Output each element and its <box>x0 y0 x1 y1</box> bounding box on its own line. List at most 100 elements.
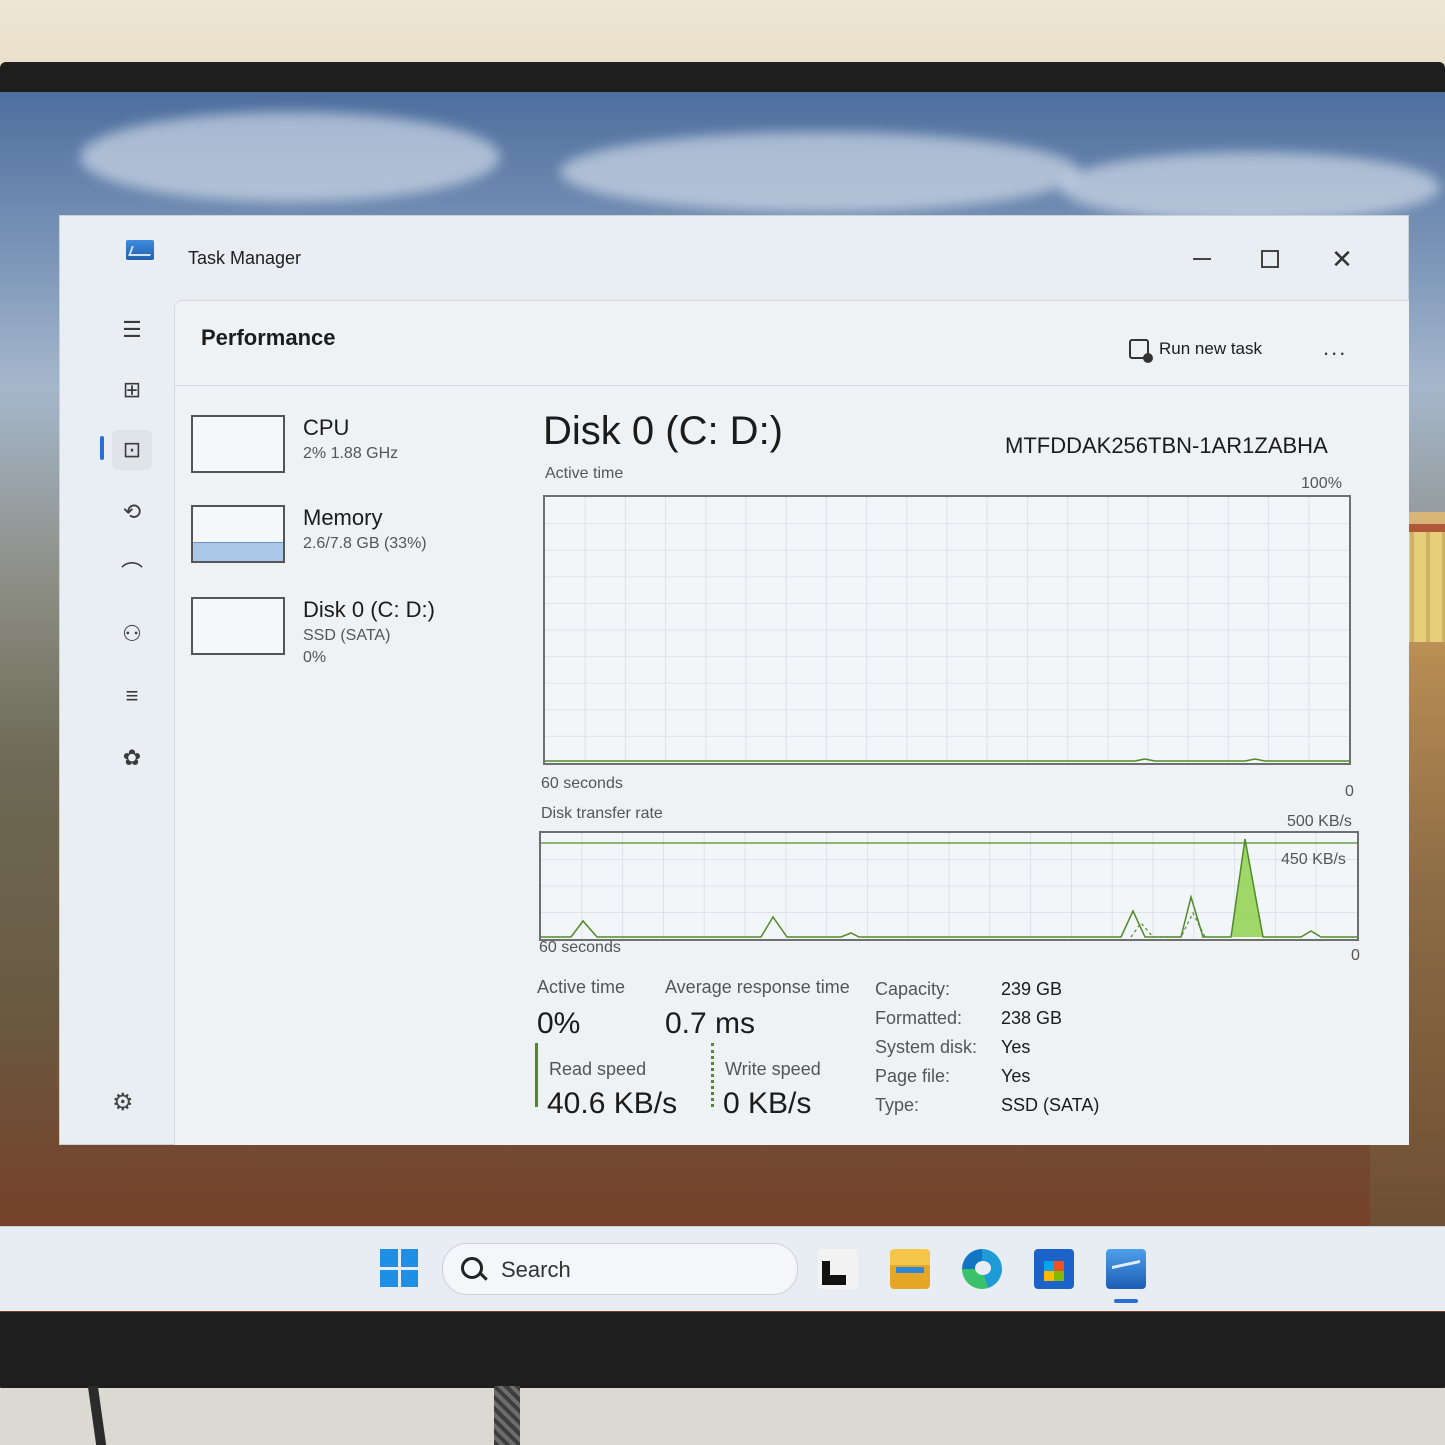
nav-startup-apps[interactable]: ⌒ <box>112 552 152 592</box>
run-task-icon <box>1129 339 1153 363</box>
settings-button[interactable]: ⚙ <box>112 1088 134 1117</box>
read-speed-value: 40.6 KB/s <box>547 1087 678 1120</box>
device-disk0[interactable]: Disk 0 (C: D:) SSD (SATA) 0% <box>191 597 511 667</box>
close-icon: ✕ <box>1331 244 1353 274</box>
desk-surface <box>0 1388 1445 1445</box>
active-time-graph-label: Active time <box>545 465 624 482</box>
windows-logo-tile <box>380 1269 398 1287</box>
cloud <box>560 132 1080 212</box>
type-label: Type: <box>875 1095 920 1115</box>
active-time-max-label: 100% <box>1301 475 1342 492</box>
transfer-mid-label: 450 KB/s <box>1281 851 1346 868</box>
active-time-stat-label: Active time <box>537 977 626 997</box>
divider <box>175 385 1409 386</box>
disk-thumbnail <box>191 597 285 655</box>
cpu-thumbnail <box>191 415 285 473</box>
minimize-icon <box>1193 258 1211 260</box>
read-speed-label: Read speed <box>549 1059 647 1079</box>
search-placeholder: Search <box>501 1257 571 1282</box>
nav-details[interactable]: ≡ <box>112 676 152 716</box>
transfer-graph-label: Disk transfer rate <box>541 805 663 822</box>
performance-icon: ⊡ <box>122 437 142 462</box>
windows-logo-tile <box>380 1249 398 1267</box>
page-file-label: Page file: <box>875 1066 951 1086</box>
formatted-value: 238 GB <box>1001 1008 1063 1028</box>
device-memory[interactable]: Memory 2.6/7.8 GB (33%) <box>191 505 511 575</box>
system-disk-value: Yes <box>1001 1037 1031 1057</box>
device-usage: 0% <box>303 649 327 666</box>
cloud <box>80 112 500 202</box>
active-time-duration: 60 seconds <box>541 775 623 792</box>
running-indicator <box>1114 1299 1138 1303</box>
cloud <box>1060 152 1440 222</box>
monitor-cable <box>494 1386 520 1445</box>
capacity-value: 239 GB <box>1001 979 1063 999</box>
active-time-min-label: 0 <box>1345 783 1354 800</box>
more-options-button[interactable]: ... <box>1323 335 1347 361</box>
memory-thumbnail <box>191 505 285 563</box>
formatted-label: Formatted: <box>875 1008 963 1028</box>
users-icon: ⚇ <box>122 621 142 646</box>
search-icon <box>461 1257 483 1279</box>
run-new-task-button[interactable]: Run new task <box>1129 339 1262 363</box>
taskbar: Search <box>0 1226 1445 1311</box>
startup-apps-icon: ⌒ <box>120 561 143 586</box>
device-usage: 2% 1.88 GHz <box>303 445 399 462</box>
start-button[interactable] <box>380 1249 418 1287</box>
nav-users[interactable]: ⚇ <box>112 614 152 654</box>
disk-model: MTFDDAK256TBN-1AR1ZABHA <box>1005 433 1328 458</box>
services-icon: ✿ <box>122 745 142 770</box>
active-time-graph <box>543 495 1351 765</box>
processes-icon: ⊞ <box>122 377 142 402</box>
active-time-value: 0% <box>537 1007 581 1040</box>
page-file-value: Yes <box>1001 1066 1031 1086</box>
taskbar-search[interactable]: Search <box>442 1243 798 1295</box>
active-indicator <box>100 436 104 460</box>
task-manager-taskbar-icon[interactable] <box>1106 1249 1146 1289</box>
write-speed-label: Write speed <box>725 1059 821 1079</box>
nav-performance[interactable]: ⊡ <box>112 430 152 470</box>
transfer-min-label: 0 <box>1351 947 1360 964</box>
response-time-value: 0.7 ms <box>665 1007 756 1040</box>
disk-title: Disk 0 (C: D:) <box>543 409 783 453</box>
response-time-label: Average response time <box>665 977 850 997</box>
device-name: Disk 0 (C: D:) <box>303 597 435 622</box>
task-manager-icon <box>126 240 154 260</box>
details-icon: ≡ <box>125 683 139 708</box>
nav-app-history[interactable]: ⟲ <box>112 492 152 532</box>
read-speed-marker <box>535 1043 538 1107</box>
transfer-max-label: 500 KB/s <box>1287 813 1352 830</box>
active-time-plot <box>545 497 1349 763</box>
window-title: Task Manager <box>188 248 302 268</box>
device-name: CPU <box>303 415 350 440</box>
edge-browser-icon[interactable] <box>962 1249 1002 1289</box>
hamburger-button[interactable]: ☰ <box>112 310 152 350</box>
title-bar[interactable]: Task Manager ✕ <box>60 216 1408 292</box>
taskbar-app-task-view[interactable] <box>818 1249 858 1289</box>
file-explorer-icon[interactable] <box>890 1249 930 1289</box>
transfer-duration: 60 seconds <box>539 939 621 956</box>
transfer-rate-graph <box>539 831 1359 941</box>
maximize-icon <box>1261 250 1279 268</box>
windows-logo-tile <box>400 1249 418 1267</box>
write-speed-value: 0 KB/s <box>723 1087 812 1120</box>
memory-fill <box>193 542 283 561</box>
nav-processes[interactable]: ⊞ <box>112 370 152 410</box>
system-disk-label: System disk: <box>875 1037 978 1057</box>
microsoft-store-icon[interactable] <box>1034 1249 1074 1289</box>
page-title: Performance <box>201 325 336 350</box>
task-manager-window: Task Manager ✕ ☰ ⊞ ⊡ ⟲ ⌒ ⚇ ≡ ✿ ⚙ Perform… <box>60 216 1409 1145</box>
write-speed-marker <box>711 1043 714 1107</box>
performance-pane: Performance Run new task ... CPU 2% 1.88… <box>174 300 1409 1145</box>
minimize-button[interactable] <box>1182 242 1222 276</box>
device-cpu[interactable]: CPU 2% 1.88 GHz <box>191 415 511 485</box>
capacity-label: Capacity: <box>875 979 951 999</box>
device-name: Memory <box>303 505 383 530</box>
type-value: SSD (SATA) <box>1001 1095 1100 1115</box>
windows-logo-tile <box>400 1269 418 1287</box>
device-usage: 2.6/7.8 GB (33%) <box>303 535 427 552</box>
nav-services[interactable]: ✿ <box>112 738 152 778</box>
maximize-button[interactable] <box>1250 242 1290 276</box>
settings-icon: ⚙ <box>112 1089 134 1116</box>
close-button[interactable]: ✕ <box>1322 242 1362 276</box>
